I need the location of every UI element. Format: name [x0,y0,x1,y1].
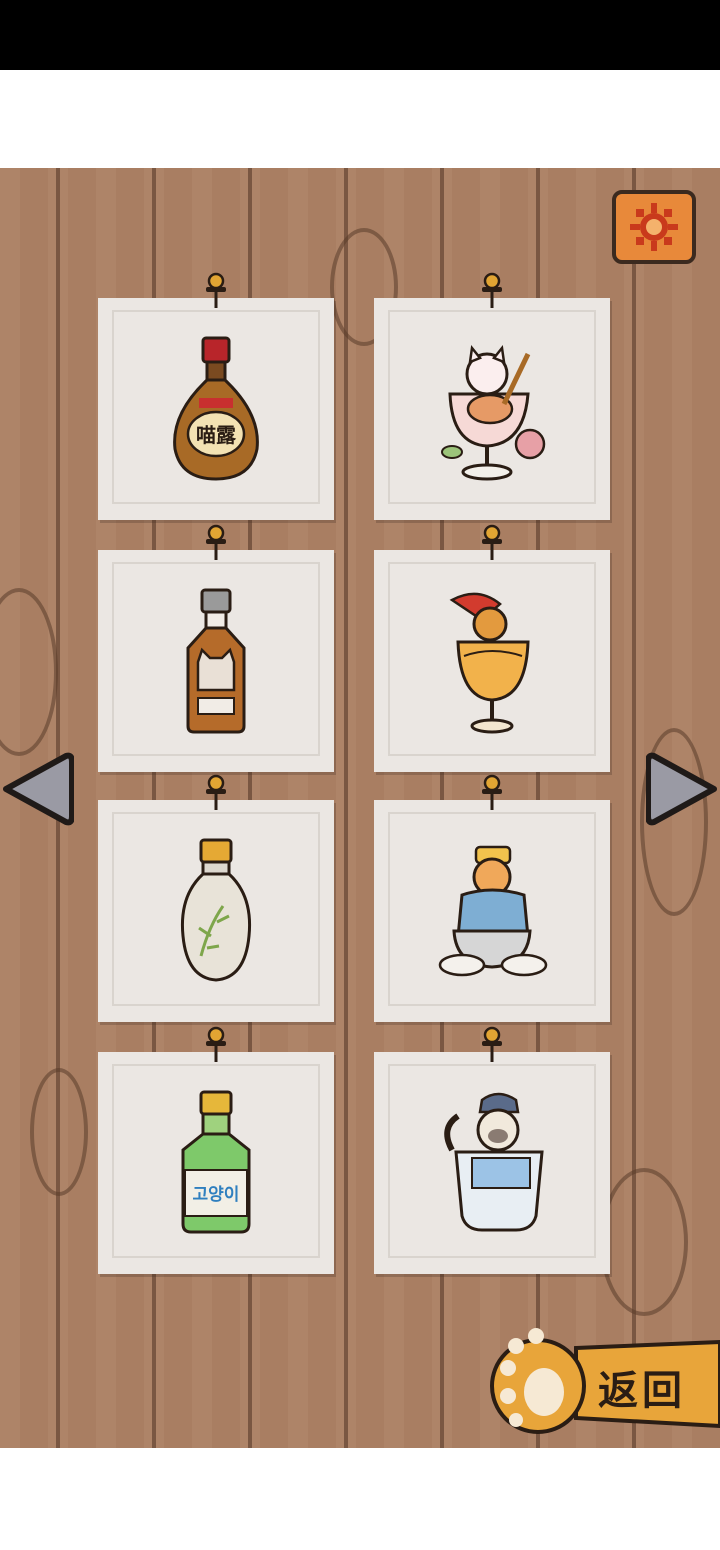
cat-cocktail-icon [449,592,530,734]
collection-card-8[interactable] [374,1026,610,1274]
pushpin-icon [482,272,502,308]
soju-bottle-icon: 고양이 [181,1090,251,1234]
pushpin-icon [482,774,502,810]
cat-cocktail-icon [441,344,546,481]
cat-glass-icon [444,1092,544,1232]
collection-card-5[interactable] [98,774,334,1022]
pushpin-icon [206,272,226,308]
pushpin-icon [206,1026,226,1062]
bamboo-bottle-icon [180,838,252,982]
arrow-right-icon [646,752,717,826]
cat-teacup-icon [438,845,548,977]
pushpin-icon [206,524,226,560]
status-bar [0,0,720,70]
whisky-bottle-icon [186,588,246,734]
collection-card-7[interactable]: 고양이 [98,1026,334,1274]
bottle-label-text: 喵露 [196,423,237,447]
prev-page-button[interactable] [0,750,74,828]
bottle-label-text: 고양이 [193,1185,240,1205]
brandy-bottle-icon: 喵露 [173,336,259,481]
gear-icon [630,203,678,251]
settings-button[interactable] [612,190,696,264]
top-margin [0,70,720,168]
collection-card-3[interactable] [98,524,334,772]
back-button[interactable]: 返回 [486,1320,720,1446]
arrow-left-icon [3,752,74,826]
pushpin-icon [482,1026,502,1062]
back-button-label: 返回 [598,1367,686,1414]
next-page-button[interactable] [646,750,720,828]
collection-card-1[interactable]: 喵露 [98,272,334,520]
collection-card-2[interactable] [374,272,610,520]
pushpin-icon [482,524,502,560]
pushpin-icon [206,774,226,810]
bottom-margin [0,1448,720,1550]
collection-card-6[interactable] [374,774,610,1022]
collection-card-4[interactable] [374,524,610,772]
